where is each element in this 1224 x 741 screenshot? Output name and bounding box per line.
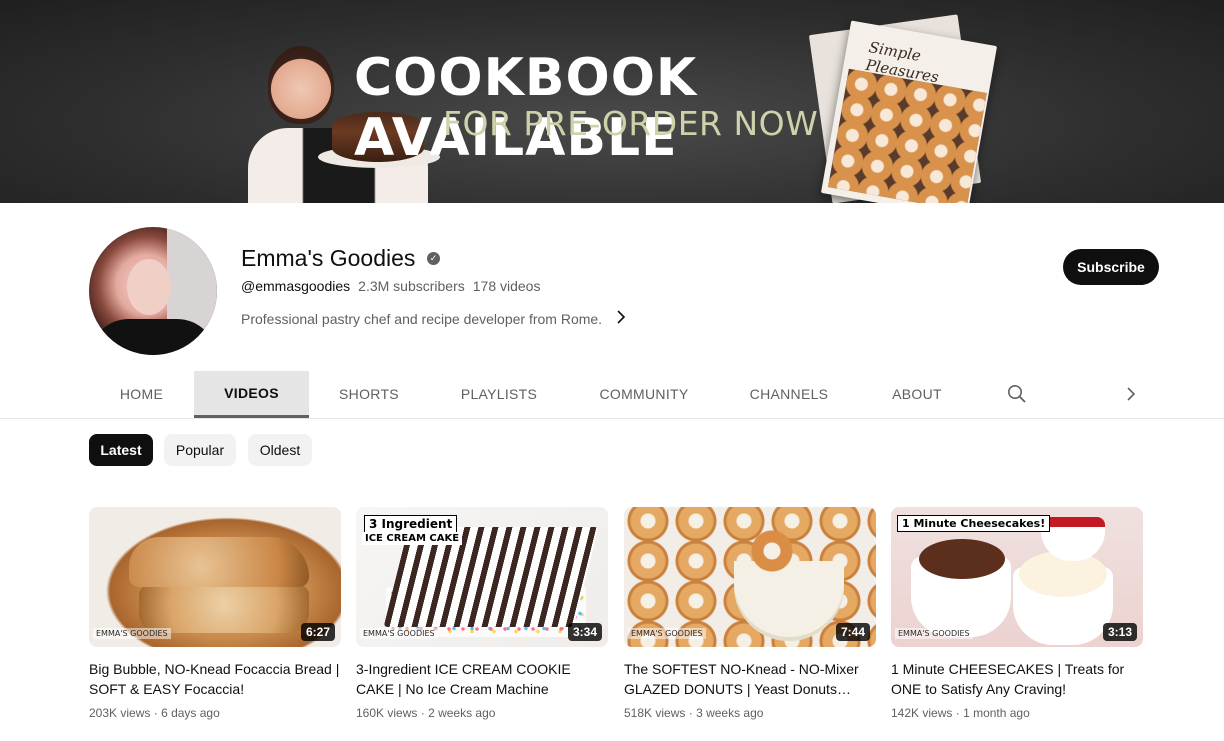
video-views: 518K views (624, 706, 686, 720)
chip-popular[interactable]: Popular (164, 434, 236, 466)
thumbnail-label: 1 Minute Cheesecakes! (897, 515, 1051, 532)
subscriber-count: 2.3M subscribers (358, 278, 465, 294)
channel-banner: COOKBOOK AVAILABLE FOR PRE-ORDER NOW Sim… (0, 0, 1224, 203)
video-title[interactable]: Big Bubble, NO-Knead Focaccia Bread | SO… (89, 659, 341, 699)
channel-description[interactable]: Professional pastry chef and recipe deve… (241, 310, 626, 329)
video-age: 3 weeks ago (696, 706, 764, 720)
video-title[interactable]: The SOFTEST NO-Knead - NO-Mixer GLAZED D… (624, 659, 876, 699)
verified-badge-icon: ✓ (427, 252, 440, 265)
video-title[interactable]: 1 Minute CHEESECAKES | Treats for ONE to… (891, 659, 1143, 699)
video-meta: 160K views · 2 weeks ago (356, 705, 608, 721)
watermark-logo: EMMA'S GOODIES (360, 628, 438, 639)
video-meta: 518K views · 3 weeks ago (624, 705, 876, 721)
video-title[interactable]: 3-Ingredient ICE CREAM COOKIE CAKE | No … (356, 659, 608, 699)
subscribe-button[interactable]: Subscribe (1063, 249, 1159, 285)
tab-channels[interactable]: CHANNELS (719, 371, 859, 418)
tab-videos[interactable]: VIDEOS (194, 371, 309, 418)
thumbnail-label: 3 Ingredient (364, 515, 458, 533)
video-duration: 6:27 (300, 623, 335, 641)
search-icon[interactable] (1007, 384, 1027, 404)
video-meta: 203K views · 6 days ago (89, 705, 341, 721)
video-views: 203K views (89, 706, 151, 720)
channel-handle: @emmasgoodies (241, 278, 351, 294)
meta-separator: · (420, 706, 425, 720)
video-count: 178 videos (472, 278, 541, 294)
tab-playlists[interactable]: PLAYLISTS (429, 371, 569, 418)
chip-oldest[interactable]: Oldest (248, 434, 312, 466)
video-card[interactable]: EMMA'S GOODIES 6:27 Big Bubble, NO-Knead… (89, 507, 341, 727)
channel-meta: @emmasgoodies 2.3M subscribers 178 videos (241, 278, 540, 294)
channel-description-text: Professional pastry chef and recipe deve… (241, 311, 603, 327)
meta-separator: · (153, 706, 158, 720)
cookbook-image: Simple Pleasures (820, 20, 998, 203)
meta-separator: · (955, 706, 960, 720)
video-thumbnail[interactable]: 1 Minute Cheesecakes! EMMA'S GOODIES 3:1… (891, 507, 1143, 647)
thumbnail-label: ICE CREAM CAKE (362, 532, 463, 545)
tab-shorts[interactable]: SHORTS (309, 371, 429, 418)
meta-separator: · (688, 706, 693, 720)
video-views: 160K views (356, 706, 418, 720)
video-card[interactable]: 1 Minute Cheesecakes! EMMA'S GOODIES 3:1… (891, 507, 1143, 727)
channel-avatar[interactable] (89, 227, 217, 355)
video-thumbnail[interactable]: EMMA'S GOODIES 6:27 (89, 507, 341, 647)
banner-subtitle: FOR PRE-ORDER NOW (443, 104, 819, 143)
video-card[interactable]: EMMA'S GOODIES 7:44 The SOFTEST NO-Knead… (624, 507, 876, 727)
video-meta: 142K views · 1 month ago (891, 705, 1143, 721)
watermark-logo: EMMA'S GOODIES (628, 628, 706, 639)
tab-home[interactable]: HOME (89, 371, 194, 418)
tab-about[interactable]: ABOUT (859, 371, 975, 418)
watermark-logo: EMMA'S GOODIES (895, 628, 973, 639)
video-duration: 3:13 (1102, 623, 1137, 641)
channel-name: Emma's Goodies (241, 245, 416, 271)
chevron-right-icon[interactable] (616, 310, 626, 329)
video-views: 142K views (891, 706, 953, 720)
watermark-logo: EMMA'S GOODIES (93, 628, 171, 639)
video-thumbnail[interactable]: 3 Ingredient ICE CREAM CAKE EMMA'S GOODI… (356, 507, 608, 647)
chevron-right-icon[interactable] (1122, 385, 1140, 403)
video-age: 1 month ago (963, 706, 1030, 720)
chip-latest[interactable]: Latest (89, 434, 153, 466)
video-thumbnail[interactable]: EMMA'S GOODIES 7:44 (624, 507, 876, 647)
tab-community[interactable]: COMMUNITY (569, 371, 719, 418)
video-duration: 3:34 (567, 623, 602, 641)
video-age: 6 days ago (161, 706, 220, 720)
tabs-divider (0, 418, 1224, 419)
video-age: 2 weeks ago (428, 706, 496, 720)
video-duration: 7:44 (835, 623, 870, 641)
video-card[interactable]: 3 Ingredient ICE CREAM CAKE EMMA'S GOODI… (356, 507, 608, 727)
